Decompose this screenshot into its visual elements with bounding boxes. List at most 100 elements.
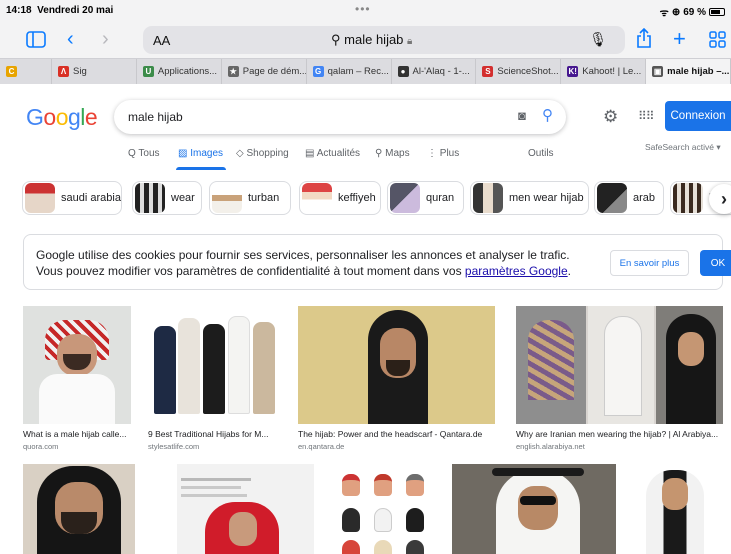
tab-bar: C Λ Sig U Applications... ★ Page de dém... Gqal… [0, 58, 731, 84]
status-time: 14:18 Vendredi 20 mai [6, 5, 114, 16]
tab-2[interactable]: U Applications... [137, 59, 222, 84]
result-card[interactable] [23, 464, 135, 554]
tab-1[interactable]: Λ Sig [52, 59, 137, 84]
search-icon[interactable]: ⚲ [542, 106, 553, 124]
new-tab-icon[interactable]: + [673, 28, 686, 50]
tab-6[interactable]: S ScienceShot... [476, 59, 562, 84]
tab-label: qalam – Rec... [327, 66, 389, 77]
nav-maps[interactable]: ⚲ Maps [375, 148, 410, 159]
result-image[interactable] [148, 306, 280, 424]
result-card[interactable]: The hijab: Power and the headscarf - Qan… [298, 306, 495, 456]
result-caption[interactable]: What is a male hijab calle... [23, 429, 131, 439]
orientation-lock-icon: ⊕ [671, 6, 681, 18]
chip-keffiyeh[interactable]: keffiyeh [299, 181, 381, 215]
status-right: ᯤ ⊕ 69 % [660, 5, 725, 19]
chip-men-wear-hijab[interactable]: men wear hijab [470, 181, 589, 215]
result-card[interactable] [326, 464, 438, 554]
multitasking-dots-icon[interactable]: ••• [355, 2, 371, 16]
tab-label: Page de dém... [242, 66, 307, 77]
sidebar-icon[interactable] [26, 31, 46, 51]
tab-7[interactable]: K! Kahoot! | Le... [561, 59, 647, 84]
more-dots-icon: ⋮ [427, 148, 437, 159]
tab-label: Applications... [157, 66, 218, 77]
camera-icon[interactable]: ◙ [518, 108, 526, 123]
result-card[interactable] [628, 464, 723, 554]
result-card[interactable] [177, 464, 314, 554]
nav-all[interactable]: Q Tous [128, 148, 160, 159]
forward-icon[interactable]: › [102, 29, 109, 49]
safesearch-toggle[interactable]: SafeSearch activé ▾ [645, 142, 721, 153]
result-image[interactable] [452, 464, 616, 554]
battery-icon [709, 8, 725, 16]
chevron-right-icon: › [721, 188, 727, 209]
microphone-icon[interactable]: 🎙︎ [589, 31, 607, 48]
chip-wear[interactable]: wear [132, 181, 202, 215]
back-icon[interactable]: ‹ [67, 29, 74, 49]
tab-favicon-icon: U [142, 66, 154, 77]
related-chips: saudi arabia wear turban keffiyeh quran … [22, 181, 731, 215]
result-source: english.alarabiya.net [516, 442, 585, 451]
result-image[interactable] [23, 464, 135, 554]
browser-toolbar: ‹ › AA ⚲ male hijab 🔒︎ 🎙︎ + [0, 22, 731, 58]
settings-gear-icon[interactable]: ⚙ [603, 107, 618, 127]
address-bar[interactable]: AA ⚲ male hijab 🔒︎ 🎙︎ [143, 26, 625, 54]
tab-label: Kahoot! | Le... [582, 66, 642, 77]
tab-favicon-icon: ▣ [652, 66, 664, 77]
result-caption[interactable]: Why are Iranian men wearing the hijab? |… [516, 429, 723, 439]
result-card[interactable]: What is a male hijab calle... quora.com [23, 306, 131, 456]
tab-5[interactable]: ● Al-'Alaq - 1-... [392, 59, 477, 84]
result-image[interactable] [628, 464, 723, 554]
active-tab-indicator [176, 167, 226, 170]
tab-favicon-icon: Λ [58, 66, 69, 77]
result-card[interactable]: 9 Best Traditional Hijabs for M... style… [148, 306, 280, 456]
google-logo[interactable]: Google [26, 104, 98, 131]
result-image[interactable] [298, 306, 495, 424]
nav-images[interactable]: ▨ Images [178, 148, 223, 159]
result-caption[interactable]: 9 Best Traditional Hijabs for M... [148, 429, 280, 439]
nav-shopping[interactable]: ◇ Shopping [236, 148, 289, 159]
chip-saudi-arabia[interactable]: saudi arabia [22, 181, 122, 215]
tab-overview-icon[interactable] [709, 31, 726, 51]
nav-tools[interactable]: Outils [528, 148, 554, 159]
chip-arab[interactable]: arab [594, 181, 664, 215]
text-size-button[interactable]: AA [153, 33, 170, 48]
chips-next-button[interactable]: › [709, 184, 731, 214]
tab-0[interactable]: C [0, 59, 52, 84]
tab-label: ScienceShot... [497, 66, 559, 77]
chip-turban[interactable]: turban [209, 181, 291, 215]
tab-favicon-icon: C [6, 66, 17, 77]
share-icon[interactable] [636, 27, 652, 51]
address-text[interactable]: ⚲ male hijab 🔒︎ [331, 32, 412, 48]
tab-4[interactable]: Gqalam – Rec... [307, 59, 392, 84]
chip-thumbnail [597, 183, 627, 213]
chip-thumbnail [212, 183, 242, 213]
tab-8[interactable]: ▣ male hijab –... [646, 59, 731, 84]
chip-quran[interactable]: quran [387, 181, 464, 215]
result-card[interactable]: Why are Iranian men wearing the hijab? |… [516, 306, 723, 456]
result-source: en.qantara.de [298, 442, 345, 451]
tab-favicon-icon: G [312, 66, 324, 77]
apps-grid-icon[interactable]: ⠿⠿ [638, 109, 655, 123]
result-image[interactable] [516, 306, 723, 424]
result-image[interactable] [177, 464, 314, 554]
result-card[interactable] [452, 464, 616, 554]
nav-more[interactable]: ⋮ Plus [427, 148, 459, 159]
result-caption[interactable]: The hijab: Power and the headscarf - Qan… [298, 429, 495, 439]
learn-more-button[interactable]: En savoir plus [610, 250, 689, 276]
result-image[interactable] [326, 464, 438, 554]
tab-3[interactable]: ★ Page de dém... [222, 59, 307, 84]
chip-thumbnail [302, 183, 332, 213]
login-button[interactable]: Connexion [665, 101, 731, 131]
cookie-ok-button[interactable]: OK [700, 250, 731, 276]
pin-icon: ⚲ [375, 148, 383, 159]
image-icon: ▨ [178, 148, 188, 159]
nav-news[interactable]: ▤ Actualités [305, 148, 360, 159]
search-box[interactable]: male hijab ◙ ⚲ [114, 100, 566, 134]
search-input[interactable]: male hijab [128, 110, 183, 124]
result-image[interactable] [23, 306, 131, 424]
result-source: stylesatlife.com [148, 442, 200, 451]
chip-thumbnail [390, 183, 420, 213]
tab-favicon-icon: K! [567, 66, 579, 77]
tab-favicon-icon: ★ [227, 66, 239, 77]
google-settings-link[interactable]: paramètres Google [465, 264, 568, 278]
